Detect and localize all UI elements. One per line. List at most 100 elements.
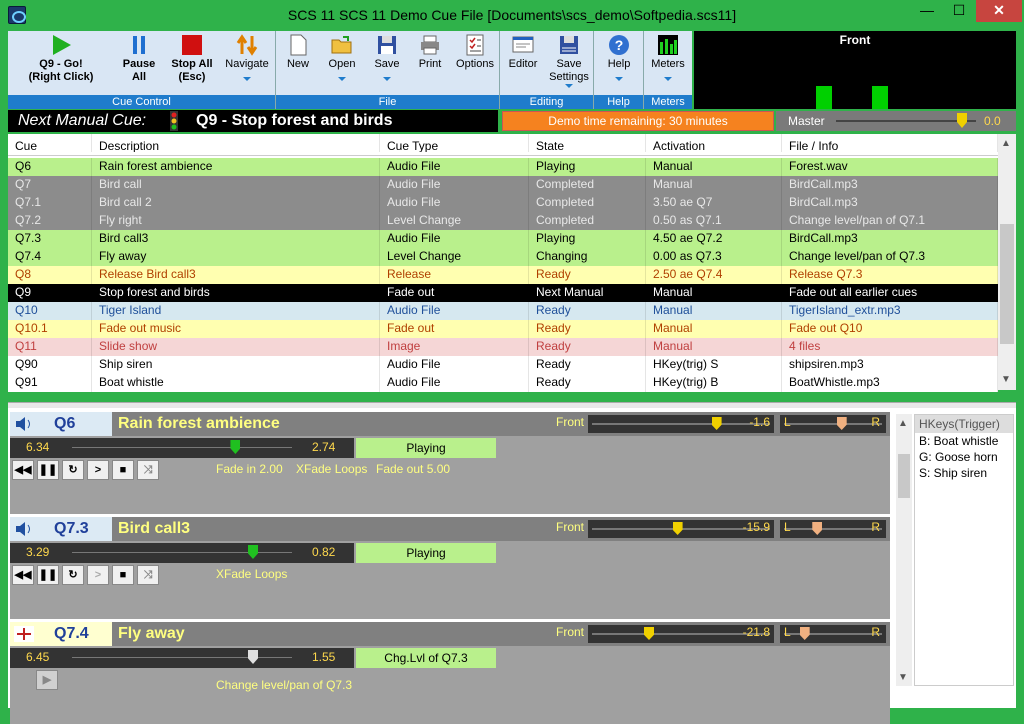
hotkey-item[interactable]: S: Ship siren [915,465,1013,481]
panels-scrollbar[interactable]: ▲ ▼ [896,414,912,686]
cue-row[interactable]: Q8 Release Bird call3 Release Ready 2.50 ae … [8,266,998,284]
hotkey-item[interactable]: G: Goose horn [915,449,1013,465]
cue-list: Cue Description Cue Type State Activatio… [8,134,1016,392]
cue-row[interactable]: Q90 Ship siren Audio File Ready HKey(trig) S… [8,356,998,374]
header-file-info[interactable]: File / Info [782,134,998,152]
maximize-button[interactable]: ☐ [944,0,974,22]
pan-fader[interactable]: LR [780,520,886,538]
go-button[interactable]: Q9 - Go! (Right Click) [10,31,112,95]
stop-all-button[interactable]: Stop All (Esc) [166,31,218,95]
loop-button[interactable]: ↻ [62,460,84,480]
scroll-down-icon[interactable]: ▼ [1001,374,1011,385]
stop-icon [182,35,202,55]
position-slider[interactable]: 6.34 2.74 [10,438,354,458]
scroll-down-icon[interactable]: ▼ [898,672,908,683]
header-cue-type[interactable]: Cue Type [380,134,529,152]
chevron-down-icon[interactable] [338,77,346,81]
pan-knob[interactable] [812,522,823,535]
level-knob[interactable] [672,522,683,535]
new-button[interactable]: New [278,31,318,95]
position-slider[interactable]: 3.29 0.82 [10,543,354,563]
cue-row[interactable]: Q91 Boat whistle Audio File Ready HKey(trig)… [8,374,998,392]
minimize-button[interactable]: — [912,0,942,22]
rewind-button[interactable]: ◀◀ [12,565,34,585]
cue-info: Change level/pan of Q7.3 [216,678,353,692]
play-button[interactable]: > [87,460,109,480]
cue-row[interactable]: Q7 Bird call Audio File Completed Manual Bird… [8,176,998,194]
meters-button[interactable]: Meters [646,31,690,95]
hotkey-item[interactable]: B: Boat whistle [915,433,1013,449]
print-button[interactable]: Print [410,31,450,95]
cue-row[interactable]: Q9 Stop forest and birds Fade out Next Manu… [8,284,998,302]
cell-cue-type: Audio File [380,176,529,194]
pause-button[interactable]: ❚❚ [37,460,59,480]
master-knob[interactable] [957,113,967,128]
shuffle-button[interactable]: ⤨ [137,460,159,480]
close-button[interactable]: ✕ [976,0,1022,22]
chevron-down-icon[interactable] [615,77,623,81]
position-slider[interactable]: 6.45 1.55 [10,648,354,668]
cue-row[interactable]: Q7.4 Fly away Level Change Changing 0.00 as … [8,248,998,266]
navigate-button[interactable]: Navigate [220,31,274,95]
cue-row[interactable]: Q6 Rain forest ambience Audio File Playing M… [8,158,998,176]
cell-file-info: Release Q7.3 [782,266,998,284]
loop-button[interactable]: ↻ [62,565,84,585]
cue-row[interactable]: Q7.1 Bird call 2 Audio File Completed 3.50 a… [8,194,998,212]
stop-button[interactable]: ■ [112,460,134,480]
level-knob[interactable] [644,627,654,640]
scroll-up-icon[interactable]: ▲ [898,418,908,429]
play-button[interactable]: ▶ [36,670,58,690]
header-description[interactable]: Description [92,134,380,152]
position-knob[interactable] [248,545,258,559]
cue-row[interactable]: Q10.1 Fade out music Fade out Ready Manual Fa… [8,320,998,338]
save-button[interactable]: Save [366,31,408,95]
cue-panel-description: Bird call3 [118,520,191,537]
pan-knob[interactable] [836,417,847,430]
pan-fader[interactable]: LR [780,415,886,433]
position-knob[interactable] [230,440,241,454]
hotkeys-title: HKeys(Trigger) [915,415,1013,433]
editor-button[interactable]: Editor [502,31,544,95]
pause-all-button[interactable]: Pause All [114,31,164,95]
chevron-down-icon[interactable] [565,84,573,88]
cell-state: Ready [529,356,646,374]
window-title: SCS 11 SCS 11 Demo Cue File [Documents\s… [287,7,737,23]
scroll-thumb[interactable] [1000,224,1014,344]
chevron-down-icon[interactable] [664,77,672,81]
header-cue[interactable]: Cue [8,134,92,152]
cell-cue: Q9 [8,284,92,302]
stop-button[interactable]: ■ [112,565,134,585]
level-fader[interactable]: -21.8 [588,625,774,643]
cue-panel: Q7.3 Bird call3 Front -15.9 LR 3.29 0.82… [10,517,890,619]
cue-row[interactable]: Q11 Slide show Image Ready Manual 4 files [8,338,998,356]
pan-fader[interactable]: LR [780,625,886,643]
cue-row[interactable]: Q7.2 Fly right Level Change Completed 0.50 a… [8,212,998,230]
master-fader[interactable]: Master 0.0 [776,111,1016,131]
header-state[interactable]: State [529,134,646,152]
pan-knob[interactable] [799,627,810,640]
pause-button[interactable]: ❚❚ [37,565,59,585]
pan-left-label: L [784,625,791,639]
header-activation[interactable]: Activation [646,134,782,152]
chevron-down-icon[interactable] [243,77,251,81]
level-knob[interactable] [711,417,722,430]
level-fader[interactable]: -1.6 [588,415,774,433]
open-button[interactable]: Open [320,31,364,95]
position-knob[interactable] [248,650,258,664]
options-button[interactable]: Options [452,31,498,95]
help-button[interactable]: ? Help [596,31,642,95]
chevron-down-icon[interactable] [383,77,391,81]
rewind-button[interactable]: ◀◀ [12,460,34,480]
scroll-up-icon[interactable]: ▲ [1001,138,1011,149]
cue-row[interactable]: Q7.3 Bird call3 Audio File Playing 4.50 ae Q… [8,230,998,248]
level-fader[interactable]: -15.9 [588,520,774,538]
scroll-thumb[interactable] [898,454,910,498]
cue-list-scrollbar[interactable]: ▲ ▼ [998,134,1016,390]
play-button[interactable]: > [87,565,109,585]
cue-row[interactable]: Q10 Tiger Island Audio File Ready Manual Tige… [8,302,998,320]
cue-panel-header: Q6 Rain forest ambience Front -1.6 LR [10,412,890,436]
save-settings-button[interactable]: Save Settings [546,31,592,95]
shuffle-button[interactable]: ⤨ [137,565,159,585]
cell-cue: Q7.1 [8,194,92,212]
cell-file-info: BirdCall.mp3 [782,230,998,248]
